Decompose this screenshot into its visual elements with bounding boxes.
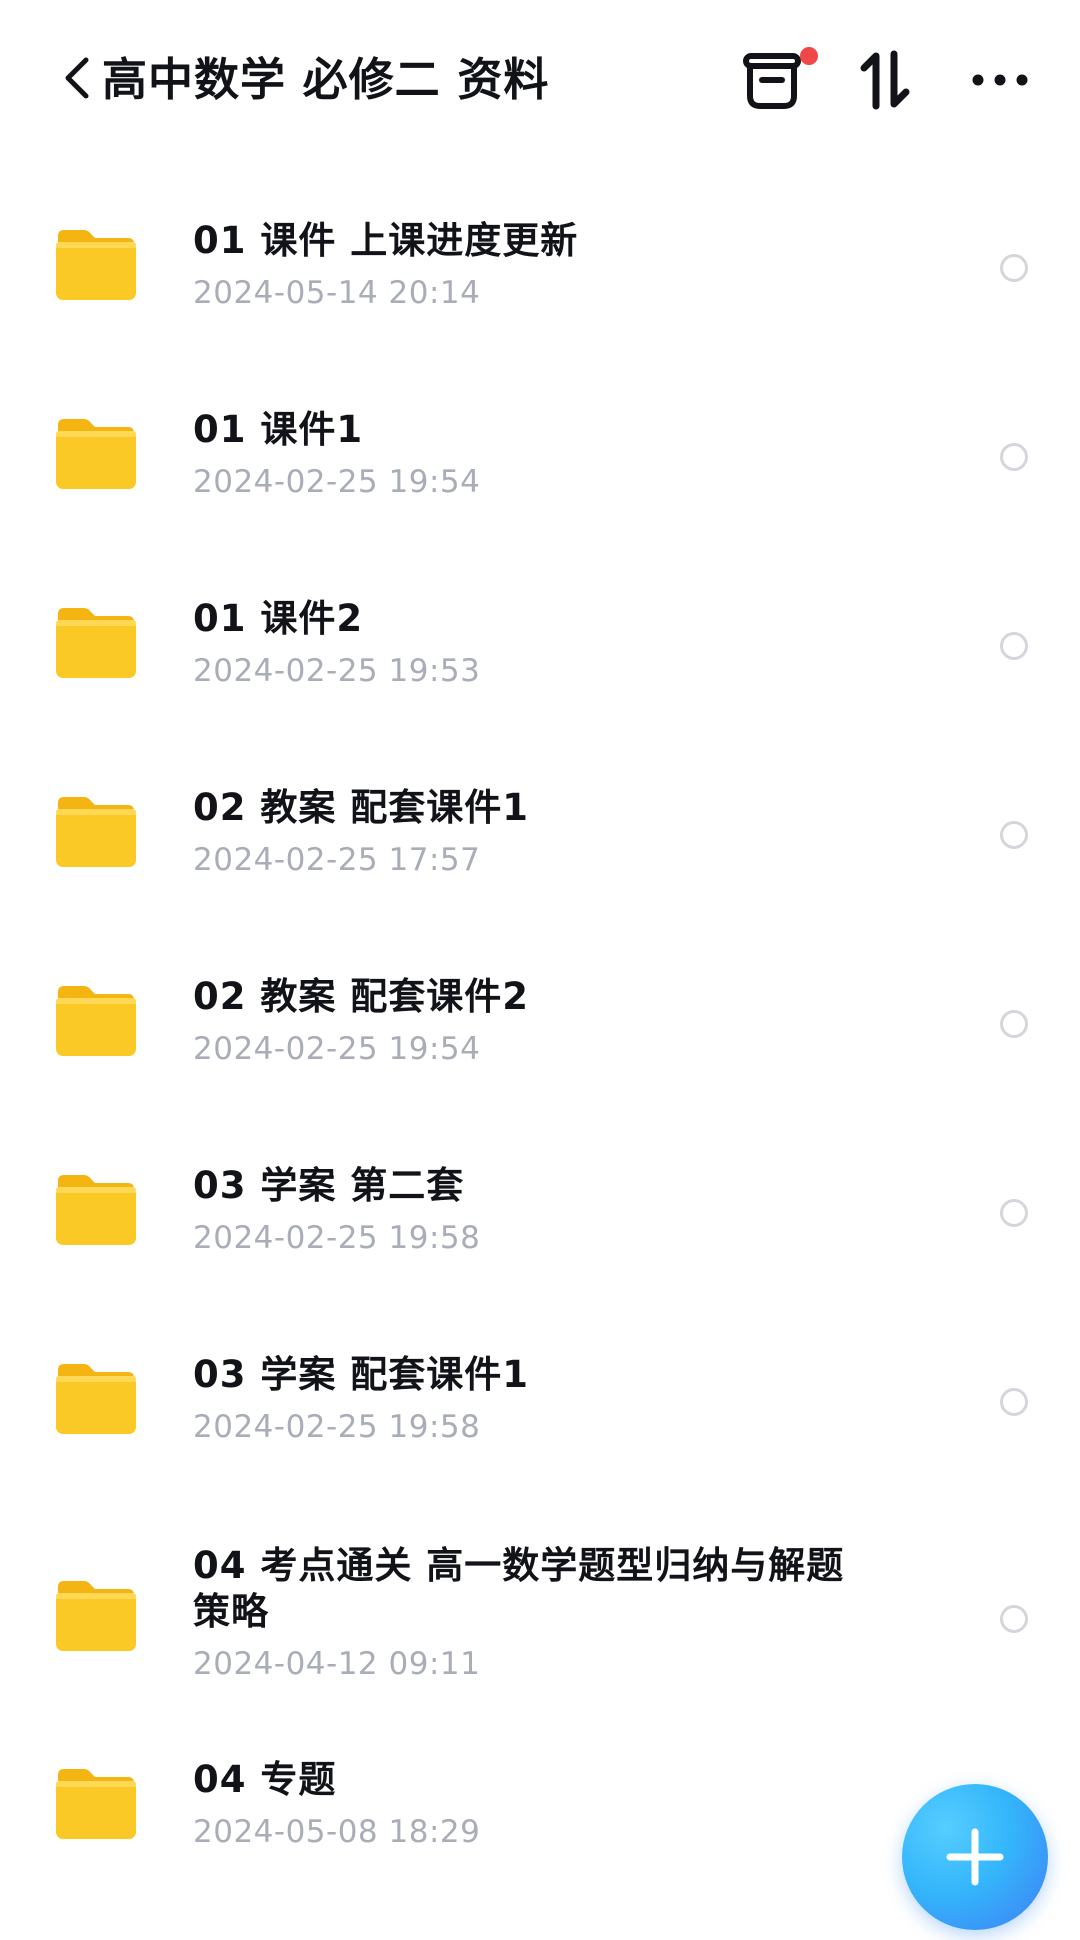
sort-icon xyxy=(860,50,910,110)
select-checkbox[interactable] xyxy=(1000,632,1028,660)
notification-dot xyxy=(800,47,818,65)
folder-icon xyxy=(56,1581,136,1651)
row-text: 01 课件 上课进度更新 2024-05-14 20:14 xyxy=(193,218,873,312)
select-checkbox[interactable] xyxy=(1000,254,1028,282)
page-title: 高中数学 必修二 资料 xyxy=(102,53,550,106)
file-date: 2024-02-25 19:58 xyxy=(193,1409,481,1445)
file-date: 2024-02-25 19:58 xyxy=(193,1220,481,1256)
row-text: 02 教案 配套课件2 2024-02-25 19:54 xyxy=(193,974,873,1068)
file-date: 2024-02-25 19:53 xyxy=(193,653,481,689)
file-name: 03 学案 第二套 xyxy=(193,1164,465,1207)
back-button[interactable] xyxy=(58,50,94,106)
folder-icon xyxy=(56,230,136,300)
file-name: 03 学案 配套课件1 xyxy=(193,1353,529,1396)
select-checkbox[interactable] xyxy=(1000,821,1028,849)
folder-icon xyxy=(56,1364,136,1434)
trash-icon xyxy=(743,53,801,109)
file-date: 2024-02-25 19:54 xyxy=(193,1031,481,1067)
select-checkbox[interactable] xyxy=(1000,1199,1028,1227)
folder-icon xyxy=(56,986,136,1056)
folder-icon xyxy=(56,608,136,678)
file-name: 01 课件1 xyxy=(193,408,364,451)
plus-icon xyxy=(946,1828,1004,1886)
select-checkbox[interactable] xyxy=(1000,443,1028,471)
recycle-bin-button[interactable] xyxy=(742,50,808,112)
file-date: 2024-02-25 19:54 xyxy=(193,464,481,500)
add-button[interactable] xyxy=(902,1784,1048,1930)
file-date: 2024-04-12 09:11 xyxy=(193,1646,481,1682)
file-name: 04 专题 xyxy=(193,1758,337,1801)
row-text: 03 学案 第二套 2024-02-25 19:58 xyxy=(193,1163,873,1257)
row-text: 02 教案 配套课件1 2024-02-25 17:57 xyxy=(193,785,873,879)
file-name: 02 教案 配套课件1 xyxy=(193,786,529,829)
file-name: 04 考点通关 高一数学题型归纳与解题策略 xyxy=(193,1544,845,1633)
row-text: 01 课件2 2024-02-25 19:53 xyxy=(193,596,873,690)
file-date: 2024-05-14 20:14 xyxy=(193,275,481,311)
row-text: 01 课件1 2024-02-25 19:54 xyxy=(193,407,873,501)
row-text: 04 专题 2024-05-08 18:29 xyxy=(193,1757,873,1851)
more-icon xyxy=(972,74,1028,86)
row-text: 03 学案 配套课件1 2024-02-25 19:58 xyxy=(193,1352,873,1446)
top-bar: 高中数学 必修二 资料 xyxy=(0,0,1080,160)
folder-icon xyxy=(56,797,136,867)
file-name: 02 教案 配套课件2 xyxy=(193,975,529,1018)
file-date: 2024-02-25 17:57 xyxy=(193,842,481,878)
file-name: 01 课件 上课进度更新 xyxy=(193,219,579,262)
folder-icon xyxy=(56,1175,136,1245)
select-checkbox[interactable] xyxy=(1000,1605,1028,1633)
folder-icon xyxy=(56,419,136,489)
select-checkbox[interactable] xyxy=(1000,1010,1028,1038)
file-name: 01 课件2 xyxy=(193,597,364,640)
more-button[interactable] xyxy=(970,62,1030,98)
file-date: 2024-05-08 18:29 xyxy=(193,1814,481,1850)
folder-icon xyxy=(56,1769,136,1839)
select-checkbox[interactable] xyxy=(1000,1388,1028,1416)
chevron-left-icon xyxy=(65,57,89,99)
sort-button[interactable] xyxy=(860,50,916,110)
row-text: 04 考点通关 高一数学题型归纳与解题策略 2024-04-12 09:11 xyxy=(193,1543,873,1683)
